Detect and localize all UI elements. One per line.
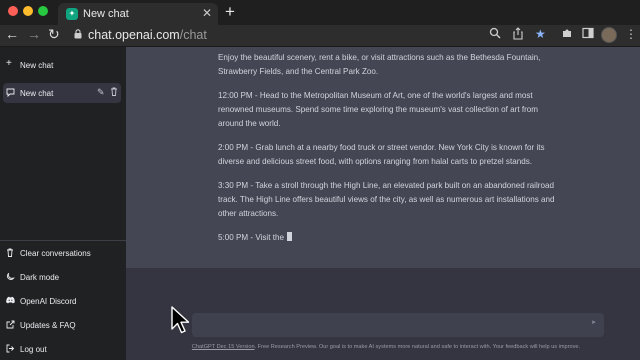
- close-tab-icon[interactable]: ✕: [202, 6, 212, 20]
- url-host: chat.openai.com: [88, 28, 180, 42]
- message-paragraph: Enjoy the beautiful scenery, rent a bike…: [218, 53, 541, 76]
- discord-icon: [6, 296, 15, 306]
- side-panel-icon[interactable]: [582, 27, 594, 42]
- zoom-icon[interactable]: [489, 27, 501, 42]
- moon-icon: [6, 272, 15, 283]
- url-path: /chat: [179, 28, 207, 42]
- footer-text: . Free Research Preview. Our goal is to …: [254, 344, 581, 350]
- message-paragraph: 12:00 PM - Head to the Metropolitan Muse…: [218, 91, 539, 128]
- sidebar: + New chat New chat ✎ Clear conversation…: [0, 47, 126, 360]
- plus-icon: +: [6, 58, 12, 69]
- mouse-pointer-icon: [171, 306, 190, 339]
- send-icon[interactable]: ➤: [591, 319, 596, 326]
- streaming-text: 5:00 PM - Visit the: [218, 233, 284, 242]
- back-arrow-icon[interactable]: ←: [5, 26, 19, 42]
- dark-mode-toggle[interactable]: Dark mode: [3, 269, 121, 287]
- browser-menu-icon[interactable]: ⋮: [625, 27, 637, 41]
- updates-faq-link[interactable]: Updates & FAQ: [3, 317, 121, 335]
- share-icon[interactable]: [512, 27, 524, 43]
- message-input[interactable]: ➤: [192, 313, 604, 337]
- clear-conversations-button[interactable]: Clear conversations: [3, 245, 121, 263]
- profile-avatar[interactable]: [601, 27, 617, 43]
- message-paragraph: 2:00 PM - Grab lunch at a nearby food tr…: [218, 143, 545, 166]
- new-chat-label: New chat: [20, 61, 54, 70]
- openai-discord-label: OpenAI Discord: [20, 297, 77, 306]
- close-window-button[interactable]: [8, 6, 18, 16]
- assistant-message: Enjoy the beautiful scenery, rent a bike…: [126, 47, 640, 268]
- external-link-icon: [6, 320, 15, 331]
- bookmark-star-icon[interactable]: ★: [535, 27, 546, 41]
- openai-discord-link[interactable]: OpenAI Discord: [3, 293, 121, 311]
- lock-icon[interactable]: [74, 29, 82, 41]
- delete-trash-icon[interactable]: [110, 87, 118, 98]
- tab-title: New chat: [83, 8, 129, 20]
- reload-icon[interactable]: ↻: [48, 26, 60, 43]
- new-chat-button[interactable]: + New chat: [3, 51, 121, 79]
- edit-pencil-icon[interactable]: ✎: [97, 87, 105, 98]
- forward-arrow-icon[interactable]: →: [27, 26, 41, 42]
- dark-mode-label: Dark mode: [20, 273, 60, 282]
- trash-icon: [6, 248, 14, 259]
- assistant-message-text: Enjoy the beautiful scenery, rent a bike…: [218, 51, 563, 255]
- browser-tab-strip: ✦ New chat ✕ +: [0, 0, 640, 25]
- version-link[interactable]: ChatGPT Dec 15 Version: [192, 344, 255, 350]
- clear-conversations-label: Clear conversations: [20, 249, 91, 258]
- footer-disclaimer: ChatGPT Dec 15 Version. Free Research Pr…: [166, 344, 606, 350]
- updates-faq-label: Updates & FAQ: [20, 321, 76, 330]
- maximize-window-button[interactable]: [38, 6, 48, 16]
- browser-tab[interactable]: ✦ New chat ✕: [58, 3, 218, 25]
- chat-item-label: New chat: [20, 89, 54, 98]
- sidebar-divider: [0, 240, 126, 241]
- address-bar[interactable]: chat.openai.com/chat: [88, 28, 207, 42]
- log-out-label: Log out: [20, 345, 47, 354]
- browser-toolbar: ← → ↻ chat.openai.com/chat ★ ⋮: [0, 25, 640, 47]
- chat-main: Enjoy the beautiful scenery, rent a bike…: [126, 47, 640, 360]
- logout-icon: [6, 344, 15, 355]
- sidebar-chat-item[interactable]: New chat ✎: [3, 83, 121, 103]
- message-paragraph: 3:30 PM - Take a stroll through the High…: [218, 181, 555, 218]
- extensions-puzzle-icon[interactable]: [561, 27, 573, 42]
- new-tab-icon[interactable]: +: [225, 2, 235, 22]
- log-out-button[interactable]: Log out: [3, 341, 121, 359]
- openai-favicon-icon: ✦: [66, 8, 78, 20]
- message-paragraph-streaming: 5:00 PM - Visit the: [218, 231, 563, 245]
- typing-cursor: [287, 232, 293, 241]
- minimize-window-button[interactable]: [23, 6, 33, 16]
- chat-bubble-icon: [6, 88, 15, 99]
